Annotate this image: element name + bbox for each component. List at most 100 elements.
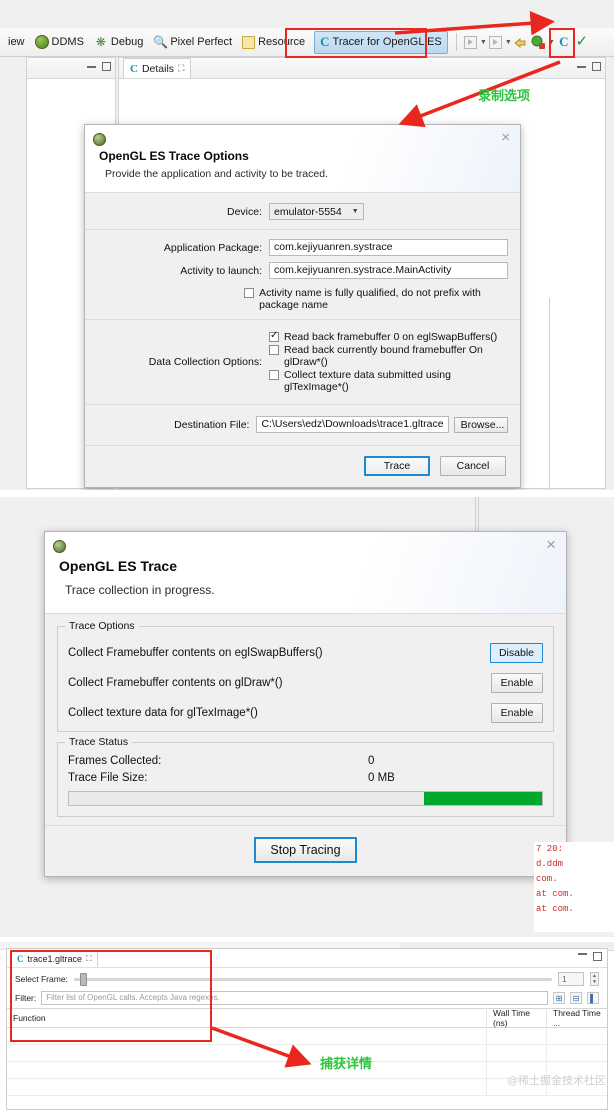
checkbox-read-bound-framebuffer[interactable]: [269, 345, 279, 355]
data-collection-option-1-label: Read back currently bound framebuffer On…: [284, 344, 483, 368]
tab-details[interactable]: C Details ⛶: [123, 58, 192, 78]
toggle-texture-data-button[interactable]: Enable: [491, 703, 543, 723]
toolbar-item-pixel-perfect-label: Pixel Perfect: [170, 36, 233, 48]
android-icon: [53, 540, 66, 553]
trace-status-group: Trace Status Frames Collected: 0 Trace F…: [57, 736, 554, 817]
table-row[interactable]: [7, 1028, 607, 1045]
data-collection-option-0[interactable]: Read back framebuffer 0 on eglSwapBuffer…: [269, 330, 508, 343]
debug-trace-button[interactable]: [487, 33, 505, 51]
data-collection-option-2[interactable]: Collect texture data submitted using glT…: [269, 369, 508, 393]
tab-trace1-gltrace-label: trace1.gltrace: [27, 954, 83, 964]
data-collection-option-2-label: Collect texture data submitted using glT…: [284, 369, 451, 393]
fully-qualified-checkbox[interactable]: [244, 288, 255, 298]
toolbar-item-ddms-label: DDMS: [51, 36, 84, 48]
table-row[interactable]: [7, 1045, 607, 1062]
debug-icon: [489, 35, 503, 49]
cancel-button[interactable]: Cancel: [440, 456, 506, 476]
collapse-all-icon[interactable]: ⊟: [570, 992, 582, 1004]
maximize-icon[interactable]: [592, 62, 601, 71]
c-letter-icon: C: [320, 34, 330, 49]
connect-button[interactable]: C: [555, 33, 573, 51]
data-collection-label: Data Collection Options:: [148, 356, 262, 368]
toolbar-item-tracer-for-opengl-es[interactable]: C Tracer for OpenGL ES: [314, 30, 448, 54]
device-select[interactable]: emulator-5554 ▼: [269, 203, 364, 220]
debug-dropdown[interactable]: ▼: [505, 33, 512, 51]
toolbar-item-debug[interactable]: ❋ Debug: [89, 29, 148, 56]
toggle-framebuffer-gldraw-button[interactable]: Enable: [491, 673, 543, 693]
eclipse-toolbar-strip: iew DDMS ❋ Debug 🔍 Pixel Perfect Resourc…: [0, 0, 614, 490]
frame-number-input[interactable]: 1: [558, 972, 584, 986]
fully-qualified-label: Activity name is fully qualified, do not…: [259, 287, 481, 311]
opengl-es-trace-progress-dialog: × OpenGL ES Trace Trace collection in pr…: [44, 531, 567, 877]
filter-row: Filter: Filter list of OpenGL calls. Acc…: [7, 988, 607, 1008]
close-tab-icon[interactable]: ⛶: [178, 63, 184, 74]
frames-collected-label: Frames Collected:: [68, 755, 162, 767]
fully-qualified-row: Activity name is fully qualified, do not…: [85, 282, 520, 315]
browse-button[interactable]: Browse...: [453, 416, 508, 433]
dialog-body: Device: emulator-5554 ▼ Application Pack…: [85, 193, 520, 487]
record-button[interactable]: ✓: [573, 33, 591, 51]
toolbar-item-resource[interactable]: Resource: [237, 29, 310, 56]
trace-option-row-0: Collect Framebuffer contents on eglSwapB…: [68, 643, 543, 663]
maximize-icon[interactable]: [102, 62, 111, 71]
app-package-input[interactable]: com.kejiyuanren.systrace: [269, 239, 508, 256]
minimize-icon[interactable]: [578, 952, 587, 955]
frames-collected-value: 0: [368, 755, 375, 767]
toolbar-item-ddms[interactable]: DDMS: [30, 29, 89, 56]
activity-input[interactable]: com.kejiyuanren.systrace.MainActivity: [269, 262, 508, 279]
minimize-icon[interactable]: [87, 65, 96, 68]
run-trace-button[interactable]: [462, 33, 480, 51]
bug-icon: ❋: [95, 35, 106, 49]
progress-dialog-header: × OpenGL ES Trace Trace collection in pr…: [45, 532, 566, 614]
column-header-thread-time[interactable]: Thread Time ...: [547, 1008, 607, 1028]
toolbar-item-pixel-perfect[interactable]: 🔍 Pixel Perfect: [148, 29, 237, 56]
console-line: 7 20:: [536, 844, 564, 854]
show-stats-icon[interactable]: ▌: [587, 992, 599, 1004]
column-header-function[interactable]: Function: [7, 1008, 487, 1028]
gl-dropdown[interactable]: ▼: [548, 33, 555, 51]
tracer-perspective-label: Tracer for OpenGL ES: [332, 36, 442, 48]
console-view: 7 20: d.ddm com. at com. at com.: [534, 842, 614, 932]
checkbox-read-framebuffer-0[interactable]: [269, 330, 279, 342]
stepper-down-icon[interactable]: ▼: [592, 979, 597, 985]
column-header-wall-time[interactable]: Wall Time (ns): [487, 1008, 547, 1028]
gl-trace-button[interactable]: [530, 33, 548, 51]
frame-stepper[interactable]: ▲ ▼: [590, 972, 599, 986]
c-letter-icon: C: [559, 34, 569, 49]
run-dropdown[interactable]: ▼: [480, 33, 487, 51]
trace-view-controls[interactable]: [578, 952, 602, 961]
tab-trace1-gltrace[interactable]: C trace1.gltrace ⛶: [11, 951, 98, 967]
trace-file-size-row: Trace File Size: 0 MB: [68, 772, 543, 784]
close-tab-icon[interactable]: ⛶: [86, 954, 92, 964]
trace-option-0-label: Collect Framebuffer contents on eglSwapB…: [68, 647, 323, 659]
select-frame-label: Select Frame:: [15, 974, 68, 984]
filter-input[interactable]: Filter list of OpenGL calls. Accepts Jav…: [41, 991, 548, 1005]
trace-option-row-1: Collect Framebuffer contents on glDraw*(…: [68, 673, 543, 693]
fully-qualified-checkbox-row[interactable]: Activity name is fully qualified, do not…: [244, 287, 508, 311]
device-select-value: emulator-5554: [274, 205, 342, 218]
panel-divider: [549, 298, 550, 490]
tab-details-label: Details: [141, 62, 175, 75]
trace-view-strip: C trace1.gltrace ⛶ Select Frame: 1 ▲ ▼ Fi…: [0, 942, 614, 1116]
search-button[interactable]: [512, 33, 530, 51]
frame-slider[interactable]: [73, 972, 552, 986]
expand-all-icon[interactable]: ⊞: [553, 992, 565, 1004]
toolbar-item-view[interactable]: iew: [0, 29, 30, 56]
toolbar-divider: [455, 33, 457, 51]
frame-slider-thumb[interactable]: [79, 972, 87, 986]
trace-button[interactable]: Trace: [364, 456, 430, 476]
checkbox-collect-texture-data[interactable]: [269, 370, 279, 380]
data-collection-option-1[interactable]: Read back currently bound framebuffer On…: [269, 344, 508, 368]
console-line: at com.: [536, 904, 574, 914]
toggle-framebuffer-eglswapbuffers-button[interactable]: Disable: [489, 643, 543, 663]
app-package-row: Application Package: com.kejiyuanren.sys…: [85, 236, 520, 259]
destination-input[interactable]: C:\Users\edz\Downloads\trace1.gltrace: [256, 416, 449, 433]
left-view-controls[interactable]: [87, 62, 111, 71]
maximize-icon[interactable]: [593, 952, 602, 961]
details-view-controls[interactable]: [577, 62, 601, 71]
close-icon[interactable]: ×: [501, 130, 510, 145]
resource-icon: [242, 35, 256, 49]
close-icon[interactable]: ×: [546, 536, 556, 553]
minimize-icon[interactable]: [577, 65, 586, 68]
stop-tracing-button[interactable]: Stop Tracing: [254, 837, 357, 863]
